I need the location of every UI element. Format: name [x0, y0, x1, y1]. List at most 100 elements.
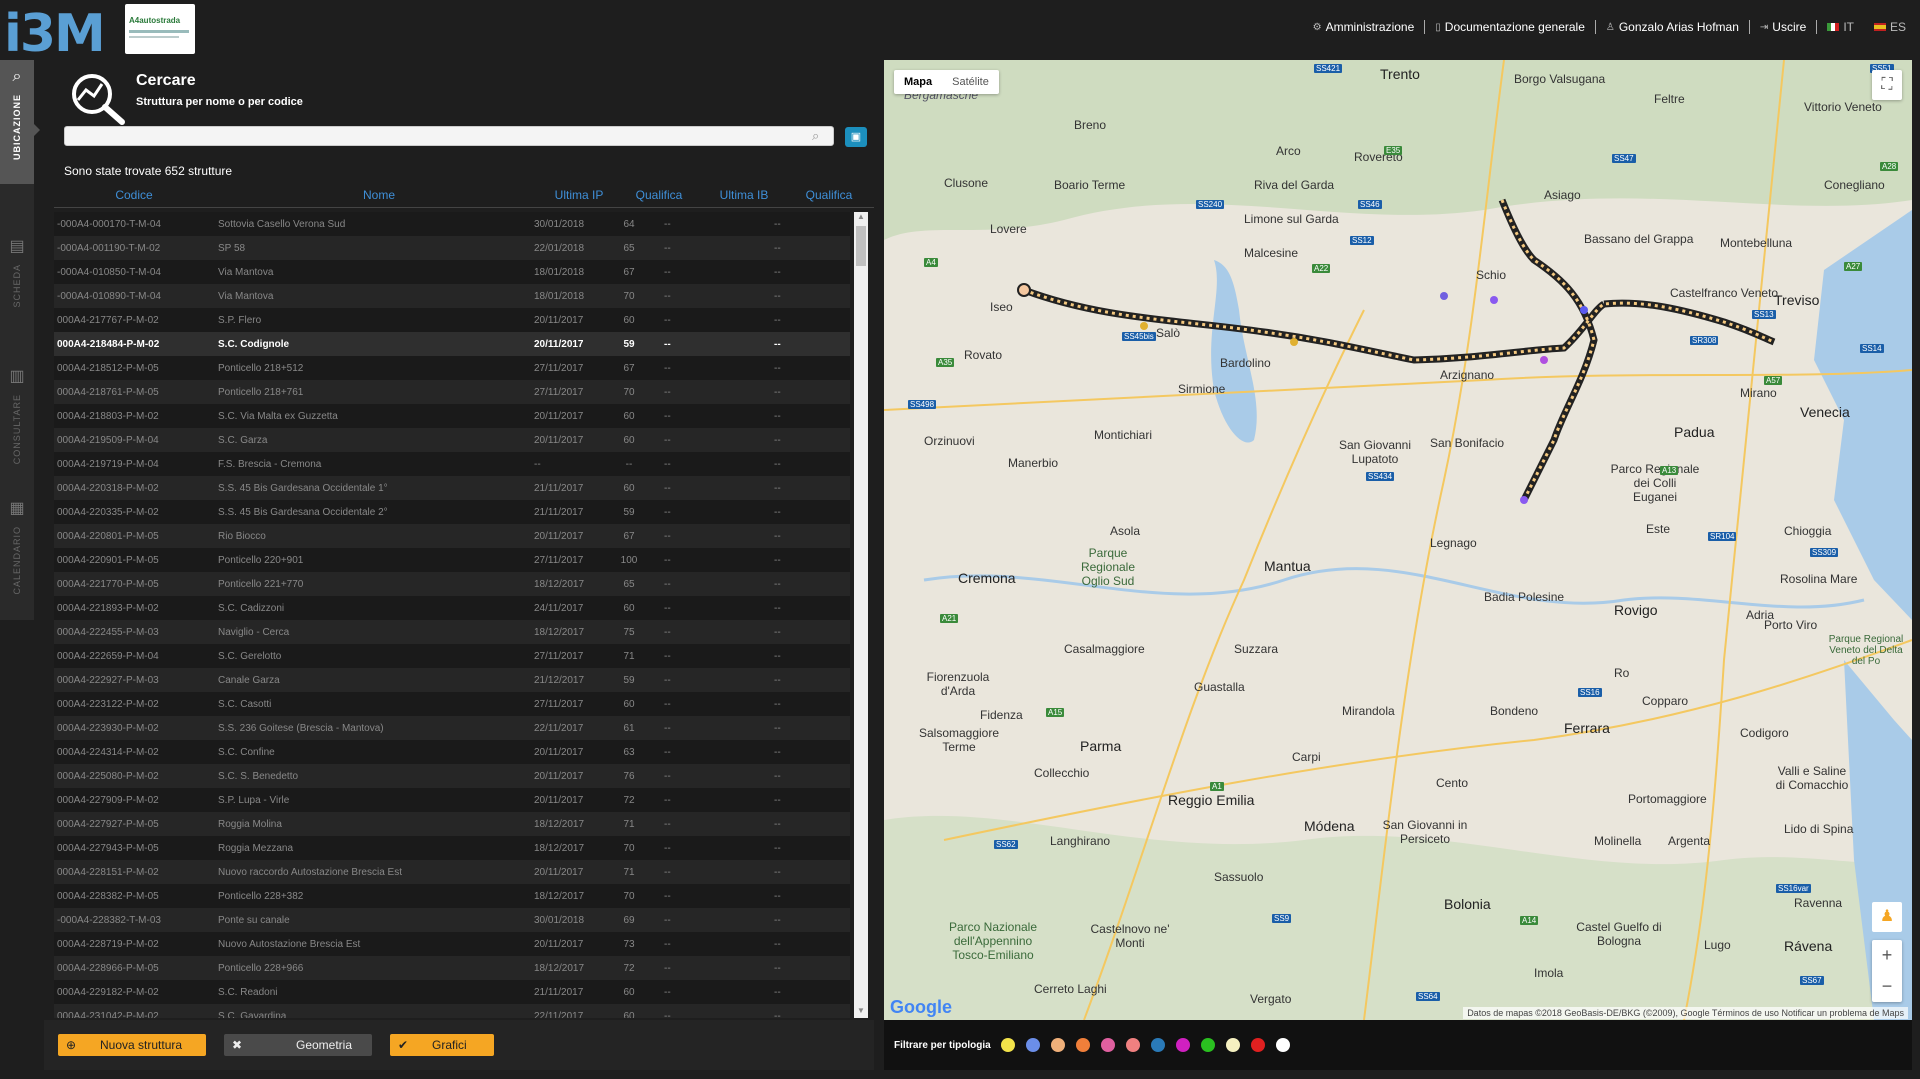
table-row[interactable]: 000A4-228966-P-M-05 Ponticello 228+966 18/…: [54, 956, 850, 980]
nav-user[interactable]: ♙ Gonzalo Arias Hofman: [1596, 20, 1749, 34]
filter-color-dot[interactable]: [1275, 1038, 1290, 1052]
export-button[interactable]: ▣: [845, 127, 867, 147]
filter-color-dot[interactable]: [1225, 1038, 1240, 1052]
road-shield: SS9: [1272, 914, 1292, 923]
scroll-thumb[interactable]: [856, 226, 866, 266]
filter-color-dot[interactable]: [1075, 1038, 1090, 1052]
table-row[interactable]: 000A4-228382-P-M-05 Ponticello 228+382 18/…: [54, 884, 850, 908]
table-row[interactable]: 000A4-228719-P-M-02 Nuovo Autostazione Br…: [54, 932, 850, 956]
sidebar-tab-scheda[interactable]: ▤ SCHEDA: [0, 228, 34, 338]
column-header-ultima-ib[interactable]: Ultima IB: [704, 182, 784, 207]
column-header-qualifica-ib[interactable]: Qualifica: [784, 182, 874, 207]
search-input[interactable]: [64, 126, 834, 146]
nav-documentazione[interactable]: ▯ Documentazione generale: [1425, 20, 1595, 34]
map-city-label: Copparo: [1642, 694, 1689, 708]
table-row[interactable]: 000A4-231042-P-M-02 S.C. Gavardina 22/11/2…: [54, 1004, 850, 1018]
geometry-button[interactable]: ✖ Geometria: [224, 1034, 372, 1056]
table-row[interactable]: 000A4-221893-P-M-02 S.C. Cadizzoni 24/11/2…: [54, 596, 850, 620]
table-row[interactable]: 000A4-220901-P-M-05 Ponticello 220+901 27/…: [54, 548, 850, 572]
map-type-mapa[interactable]: Mapa: [894, 70, 942, 94]
table-row[interactable]: -000A4-000170-T-M-04 Sottovia Casello Ver…: [54, 212, 850, 236]
filter-color-dot[interactable]: [1125, 1038, 1140, 1052]
cell-qualifica-ip: 60: [623, 1010, 635, 1019]
lang-it[interactable]: IT: [1817, 20, 1864, 34]
filter-color-dot[interactable]: [1150, 1038, 1165, 1052]
table-row[interactable]: 000A4-218484-P-M-02 S.C. Codignole 20/11/2…: [54, 332, 850, 356]
street-view-button[interactable]: ♟: [1872, 902, 1902, 932]
table-row[interactable]: 000A4-229182-P-M-02 S.C. Readoni 21/11/201…: [54, 980, 850, 1004]
column-header-codice[interactable]: Codice: [54, 182, 214, 207]
map-city-label: Conegliano: [1824, 178, 1885, 192]
table-row[interactable]: 000A4-223122-P-M-02 S.C. Casotti 27/11/201…: [54, 692, 850, 716]
table-row[interactable]: -000A4-010890-T-M-04 Via Mantova 18/01/201…: [54, 284, 850, 308]
nav-amministrazione[interactable]: ⚙ Amministrazione: [1303, 20, 1425, 34]
table-row[interactable]: 000A4-220318-P-M-02 S.S. 45 Bis Gardesana…: [54, 476, 850, 500]
table-row[interactable]: 000A4-218803-P-M-02 S.C. Via Malta ex Guz…: [54, 404, 850, 428]
zoom-out-button[interactable]: −: [1872, 971, 1902, 1002]
table-row[interactable]: 000A4-218512-P-M-05 Ponticello 218+512 27/…: [54, 356, 850, 380]
column-header-qualifica-ip[interactable]: Qualifica: [614, 182, 704, 207]
sidebar-tab-calendario[interactable]: ▦ CALENDARIO: [0, 490, 34, 620]
filter-color-dot[interactable]: [1050, 1038, 1065, 1052]
table-row[interactable]: 000A4-224314-P-M-02 S.C. Confine 20/11/201…: [54, 740, 850, 764]
filter-color-dot[interactable]: [1025, 1038, 1040, 1052]
table-row[interactable]: 000A4-222927-P-M-03 Canale Garza 21/12/201…: [54, 668, 850, 692]
table-row[interactable]: -000A4-010850-T-M-04 Via Mantova 18/01/201…: [54, 260, 850, 284]
charts-button[interactable]: ✔ Grafici: [390, 1034, 494, 1056]
table-row[interactable]: 000A4-220335-P-M-02 S.S. 45 Bis Gardesana…: [54, 500, 850, 524]
cell-qualifica-ib: --: [774, 290, 781, 302]
table-row[interactable]: 000A4-221770-P-M-05 Ponticello 221+770 18/…: [54, 572, 850, 596]
sidebar-tab-ubicazione[interactable]: ⌕ UBICAZIONE: [0, 60, 34, 184]
table-row[interactable]: -000A4-001190-T-M-02 SP 58 22/01/2018 65 -- -…: [54, 236, 850, 260]
table-row[interactable]: 000A4-222455-P-M-03 Naviglio - Cerca 18/12…: [54, 620, 850, 644]
table-row[interactable]: 000A4-220801-P-M-05 Rio Biocco 20/11/2017 6…: [54, 524, 850, 548]
map-city-label: Mantua: [1264, 558, 1311, 574]
filter-color-dot[interactable]: [1250, 1038, 1265, 1052]
filter-color-dot[interactable]: [1000, 1038, 1015, 1052]
cell-qualifica-ip: 60: [623, 698, 635, 710]
new-structure-button[interactable]: ⊕ Nuova struttura: [58, 1034, 206, 1056]
tools-icon: ✖: [231, 1038, 243, 1052]
table-scrollbar[interactable]: ▲ ▼: [854, 212, 868, 1018]
cell-nome: S.P. Flero: [218, 314, 262, 326]
table-row[interactable]: 000A4-218761-P-M-05 Ponticello 218+761 27/…: [54, 380, 850, 404]
table-row[interactable]: 000A4-217767-P-M-02 S.P. Flero 20/11/2017 6…: [54, 308, 850, 332]
nav-logout[interactable]: ⇥ Uscire: [1750, 20, 1816, 34]
column-header-ultima-ip[interactable]: Ultima IP: [544, 182, 614, 207]
table-row[interactable]: 000A4-219509-P-M-04 S.C. Garza 20/11/2017 6…: [54, 428, 850, 452]
cell-codice: 000A4-228719-P-M-02: [57, 938, 159, 950]
magnifier-icon[interactable]: ⌕: [812, 128, 819, 144]
table-row[interactable]: 000A4-222659-P-M-04 S.C. Gerelotto 27/11/2…: [54, 644, 850, 668]
map-type-satellite[interactable]: Satélite: [942, 70, 999, 94]
cell-nome: S.S. 236 Goitese (Brescia - Mantova): [218, 722, 384, 734]
column-header-nome[interactable]: Nome: [214, 182, 544, 207]
map-view[interactable]: Trento Bergamasche Borgo Valsugana Feltr…: [884, 60, 1912, 1020]
table-row[interactable]: 000A4-223930-P-M-02 S.S. 236 Goitese (Bre…: [54, 716, 850, 740]
cell-nome: Canale Garza: [218, 674, 280, 686]
table-row[interactable]: 000A4-228151-P-M-02 Nuovo raccordo Autost…: [54, 860, 850, 884]
app-logo[interactable]: i3M: [4, 4, 106, 64]
fullscreen-button[interactable]: ⛶: [1872, 70, 1902, 100]
map-city-label: Collecchio: [1034, 766, 1090, 780]
table-row[interactable]: -000A4-228382-T-M-03 Ponte su canale 30/01…: [54, 908, 850, 932]
cell-qualifica-ib: --: [774, 794, 781, 806]
map-attribution[interactable]: Datos de mapas ©2018 GeoBasis-DE/BKG (©2…: [1463, 1007, 1908, 1019]
map-canvas[interactable]: [884, 60, 1912, 1020]
filter-color-dot[interactable]: [1100, 1038, 1115, 1052]
filter-color-dot[interactable]: [1200, 1038, 1215, 1052]
table-row[interactable]: 000A4-219719-P-M-04 F.S. Brescia - Cremon…: [54, 452, 850, 476]
lang-label: IT: [1843, 20, 1854, 34]
table-row[interactable]: 000A4-227909-P-M-02 S.P. Lupa - Virle 20/1…: [54, 788, 850, 812]
scroll-up-icon[interactable]: ▲: [854, 212, 868, 224]
table-row[interactable]: 000A4-227943-P-M-05 Roggia Mezzana 18/12/2…: [54, 836, 850, 860]
road-shield: SS16var: [1776, 884, 1811, 893]
sidebar-tab-consultare[interactable]: ▥ CONSULTARE: [0, 358, 34, 488]
table-row[interactable]: 000A4-225080-P-M-02 S.C. S. Benedetto 20/1…: [54, 764, 850, 788]
lang-es[interactable]: ES: [1864, 20, 1906, 34]
scroll-down-icon[interactable]: ▼: [854, 1006, 868, 1018]
filter-color-dot[interactable]: [1175, 1038, 1190, 1052]
zoom-in-button[interactable]: +: [1872, 940, 1902, 971]
cell-ultima-ip: 30/01/2018: [534, 218, 585, 230]
cell-codice: 000A4-219509-P-M-04: [57, 434, 159, 446]
table-row[interactable]: 000A4-227927-P-M-05 Roggia Molina 18/12/20…: [54, 812, 850, 836]
